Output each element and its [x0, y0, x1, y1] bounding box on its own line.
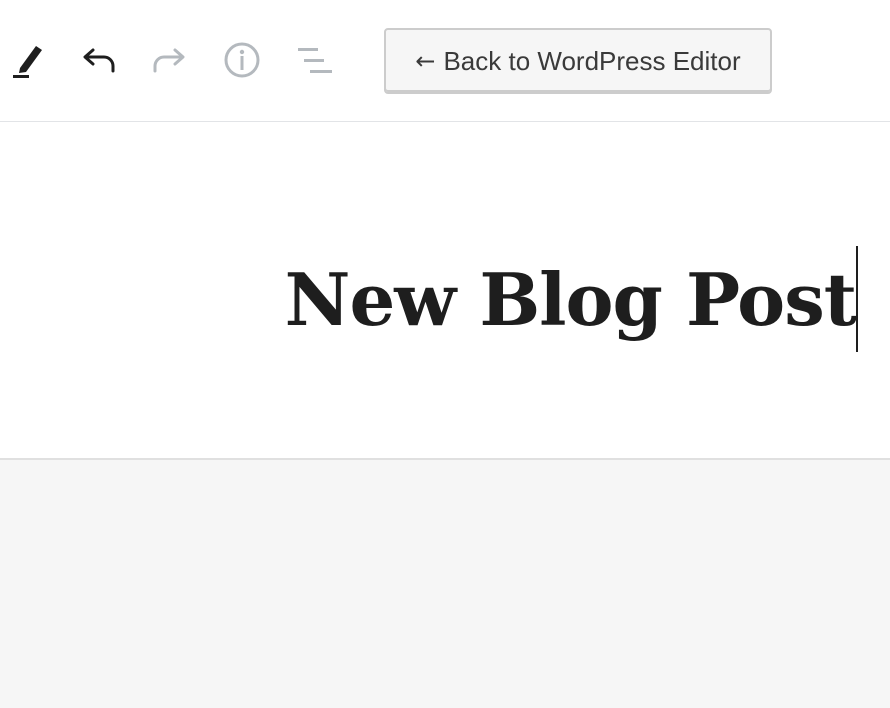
back-to-wordpress-editor-button[interactable]: ← Back to WordPress Editor — [384, 28, 772, 94]
redo-icon — [153, 48, 185, 73]
text-cursor — [856, 246, 858, 352]
pencil-icon — [13, 46, 42, 78]
editor-canvas[interactable] — [0, 460, 890, 708]
info-button[interactable] — [218, 36, 266, 84]
arrow-left-icon: ← — [415, 47, 436, 75]
info-icon — [224, 42, 260, 78]
editor-page: ← Back to WordPress Editor New Blog Post — [0, 0, 890, 708]
undo-button[interactable] — [74, 36, 122, 84]
block-navigation-button[interactable] — [290, 36, 338, 84]
redo-button[interactable] — [146, 36, 194, 84]
back-button-label: Back to WordPress Editor — [443, 45, 741, 76]
post-title-input[interactable]: New Blog Post — [285, 256, 857, 344]
editor-toolbar: ← Back to WordPress Editor — [0, 0, 890, 122]
block-navigation-icon — [298, 48, 332, 73]
undo-icon — [83, 48, 115, 73]
pencil-tool-button[interactable] — [2, 36, 50, 84]
